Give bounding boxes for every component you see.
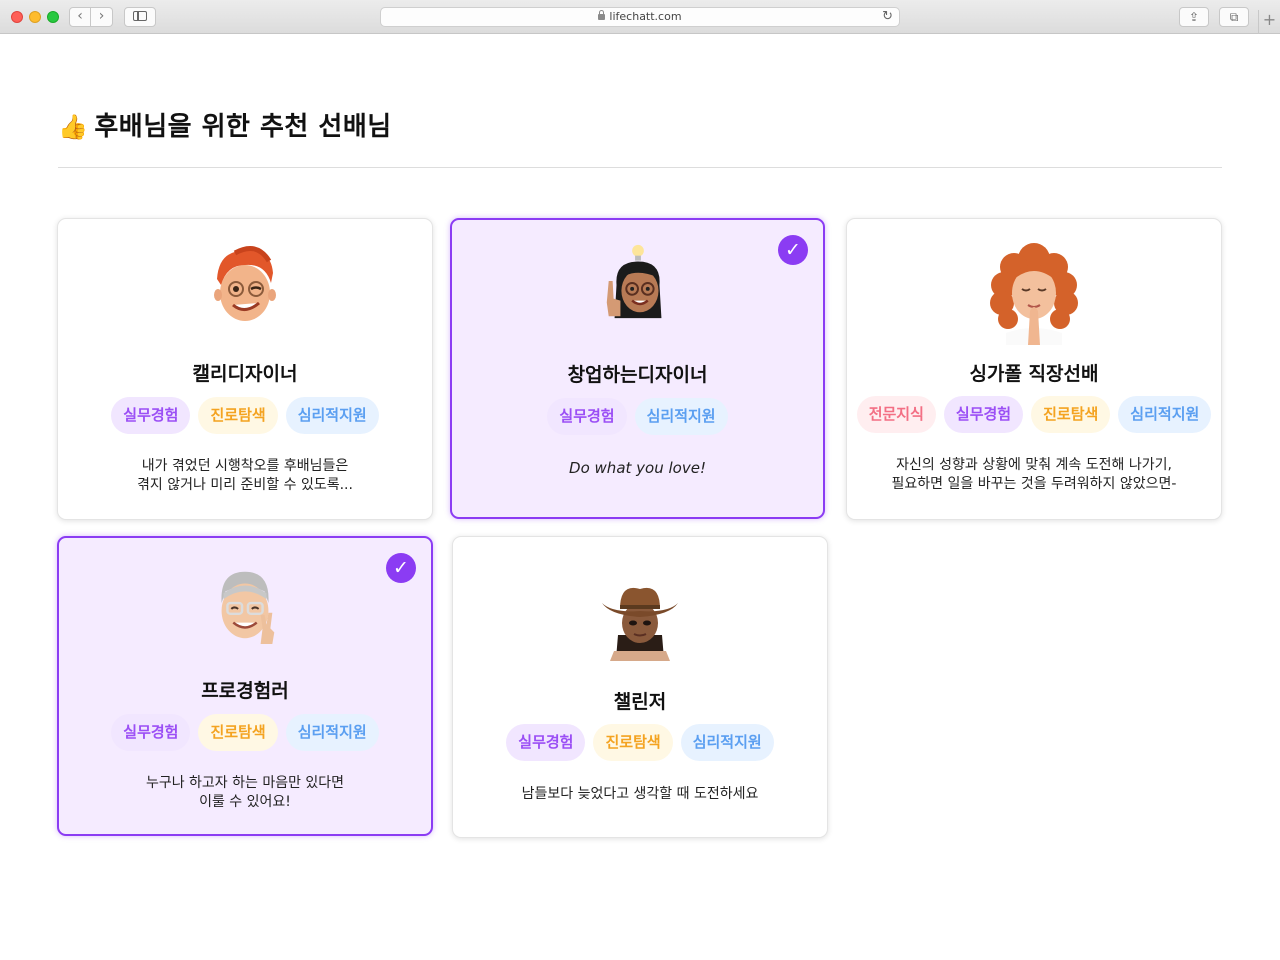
tabs-icon: ⧉ bbox=[1229, 10, 1239, 24]
desc-line: 자신의 성향과 상황에 맞춰 계속 도전해 나가기, bbox=[896, 457, 1172, 473]
tag-experience[interactable]: 실무경험 bbox=[943, 396, 1024, 433]
mentor-card-pro-experiencer[interactable]: ✓ 프로경험러 실무경험 진로탐색 심리적지원 누구나 하고자 하는 마음만 있… bbox=[57, 536, 433, 836]
tag-experience[interactable]: 실무경험 bbox=[547, 398, 627, 435]
desc-line: 남들보다 늦었다고 생각할 때 도전하세요 bbox=[521, 786, 759, 802]
tag-career[interactable]: 진로탐색 bbox=[1031, 396, 1111, 433]
mentor-name: 캘리디자이너 bbox=[192, 363, 298, 385]
tag-list: 실무경험 진로탐색 심리적지원 bbox=[453, 724, 827, 761]
share-button[interactable]: ⇪ bbox=[1179, 7, 1209, 27]
minimize-window-button[interactable] bbox=[29, 11, 41, 23]
mentor-name: 챌린저 bbox=[613, 691, 667, 713]
chevron-left-icon: ‹ bbox=[77, 8, 83, 24]
mentor-description: 내가 겪었던 시행착오를 후배님들은 겪지 않거나 미리 준비할 수 있도록..… bbox=[58, 457, 432, 495]
tag-mind-support[interactable]: 심리적지원 bbox=[285, 397, 379, 434]
sidebar-icon bbox=[133, 11, 147, 21]
mentor-name: 창업하는디자이너 bbox=[567, 364, 708, 386]
tag-mind-support[interactable]: 심리적지원 bbox=[634, 398, 728, 435]
tag-experience[interactable]: 실무경험 bbox=[111, 714, 191, 751]
lock-icon bbox=[598, 10, 606, 20]
memoji-gray-hair-avatar bbox=[221, 571, 275, 645]
back-button[interactable]: ‹ bbox=[69, 7, 91, 27]
reload-icon[interactable]: ↻ bbox=[882, 8, 893, 26]
mentor-card-challenger[interactable]: 챌린저 실무경험 진로탐색 심리적지원 남들보다 늦었다고 생각할 때 도전하세… bbox=[452, 536, 828, 838]
mentor-description: 누구나 하고자 하는 마음만 있다면 이룰 수 있어요! bbox=[59, 774, 431, 812]
mentor-description: Do what you love! bbox=[452, 459, 823, 478]
mentor-card-singapore-senior[interactable]: 싱가폴 직장선배 전문지식 실무경험 진로탐색 심리적지원 자신의 성향과 상황… bbox=[846, 218, 1222, 520]
tag-career[interactable]: 진로탐색 bbox=[198, 397, 278, 434]
tabs-overview-button[interactable]: ⧉ bbox=[1219, 7, 1249, 27]
tag-mind-support[interactable]: 심리적지원 bbox=[680, 724, 774, 761]
memoji-cowboy-hat-avatar bbox=[602, 587, 678, 661]
memoji-lightbulb-avatar bbox=[606, 244, 661, 319]
mentor-description: 남들보다 늦었다고 생각할 때 도전하세요 bbox=[453, 785, 827, 804]
check-icon: ✓ bbox=[778, 235, 808, 265]
memoji-red-hair-avatar bbox=[214, 246, 276, 321]
mentor-name: 프로경험러 bbox=[201, 680, 289, 702]
tag-list: 실무경험 심리적지원 bbox=[452, 398, 823, 435]
mentor-card-startup-designer[interactable]: ✓ 창업하는디자이너 실무경험 심리적지원 Do what you love! bbox=[450, 218, 825, 519]
tag-expertise[interactable]: 전문지식 bbox=[856, 396, 936, 433]
desc-line: 내가 겪었던 시행착오를 후배님들은 bbox=[141, 458, 349, 474]
url-text: lifechatt.com bbox=[609, 10, 682, 23]
check-icon: ✓ bbox=[386, 553, 416, 583]
page-title: 👍 후배님을 위한 추천 선배님 bbox=[58, 106, 392, 143]
sidebar-toggle-button[interactable] bbox=[124, 7, 156, 27]
tag-mind-support[interactable]: 심리적지원 bbox=[1118, 396, 1212, 433]
zoom-window-button[interactable] bbox=[47, 11, 59, 23]
tag-list: 실무경험 진로탐색 심리적지원 bbox=[58, 397, 432, 434]
tag-mind-support[interactable]: 심리적지원 bbox=[285, 714, 379, 751]
tag-career[interactable]: 진로탐색 bbox=[593, 724, 673, 761]
tag-list: 실무경험 진로탐색 심리적지원 bbox=[59, 714, 431, 751]
mentor-name: 싱가폴 직장선배 bbox=[969, 363, 1099, 385]
share-icon: ⇪ bbox=[1188, 10, 1200, 24]
browser-toolbar: ‹ › lifechatt.com ↻ ⇪ ⧉ + bbox=[0, 0, 1280, 34]
memoji-curly-hair-avatar bbox=[990, 243, 1078, 345]
thumbs-up-icon: 👍 bbox=[58, 113, 89, 141]
plus-icon: + bbox=[1262, 10, 1277, 29]
desc-line: 누구나 하고자 하는 마음만 있다면 bbox=[145, 775, 345, 791]
address-bar[interactable]: lifechatt.com ↻ bbox=[380, 7, 900, 27]
desc-line: 이룰 수 있어요! bbox=[199, 794, 291, 810]
title-divider bbox=[58, 167, 1222, 168]
desc-line: Do what you love! bbox=[569, 459, 706, 477]
forward-button[interactable]: › bbox=[91, 7, 113, 27]
mentor-card-calli-designer[interactable]: 캘리디자이너 실무경험 진로탐색 심리적지원 내가 겪었던 시행착오를 후배님들… bbox=[57, 218, 433, 520]
desc-line: 겪지 않거나 미리 준비할 수 있도록... bbox=[137, 477, 353, 493]
page-title-text: 후배님을 위한 추천 선배님 bbox=[94, 112, 392, 142]
new-tab-button[interactable]: + bbox=[1258, 10, 1280, 34]
tag-experience[interactable]: 실무경험 bbox=[111, 397, 191, 434]
tag-career[interactable]: 진로탐색 bbox=[198, 714, 278, 751]
desc-line: 필요하면 일을 바꾸는 것을 두려워하지 않았으면- bbox=[891, 476, 1177, 492]
chevron-right-icon: › bbox=[98, 8, 105, 24]
tag-experience[interactable]: 실무경험 bbox=[506, 724, 586, 761]
tag-list: 전문지식 실무경험 진로탐색 심리적지원 bbox=[847, 396, 1221, 433]
close-window-button[interactable] bbox=[11, 11, 23, 23]
mentor-description: 자신의 성향과 상황에 맞춰 계속 도전해 나가기, 필요하면 일을 바꾸는 것… bbox=[847, 456, 1221, 494]
